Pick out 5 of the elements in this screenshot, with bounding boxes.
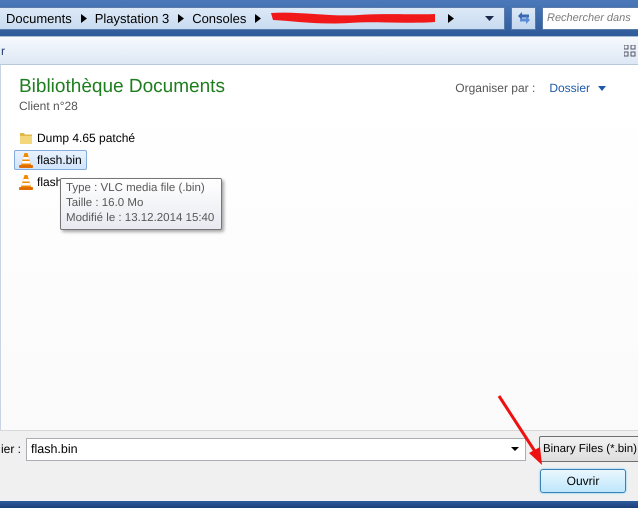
filename-label: ier : xyxy=(1,442,22,456)
library-subtitle: Client n°28 xyxy=(19,99,79,113)
library-title: Bibliothèque Documents xyxy=(19,76,225,98)
file-tooltip: Type : VLC media file (.bin) Taille : 16.0 Mo Modifié le : 13.12.2014 15:40 xyxy=(60,178,222,230)
arrange-label: Organiser par : xyxy=(455,81,536,95)
